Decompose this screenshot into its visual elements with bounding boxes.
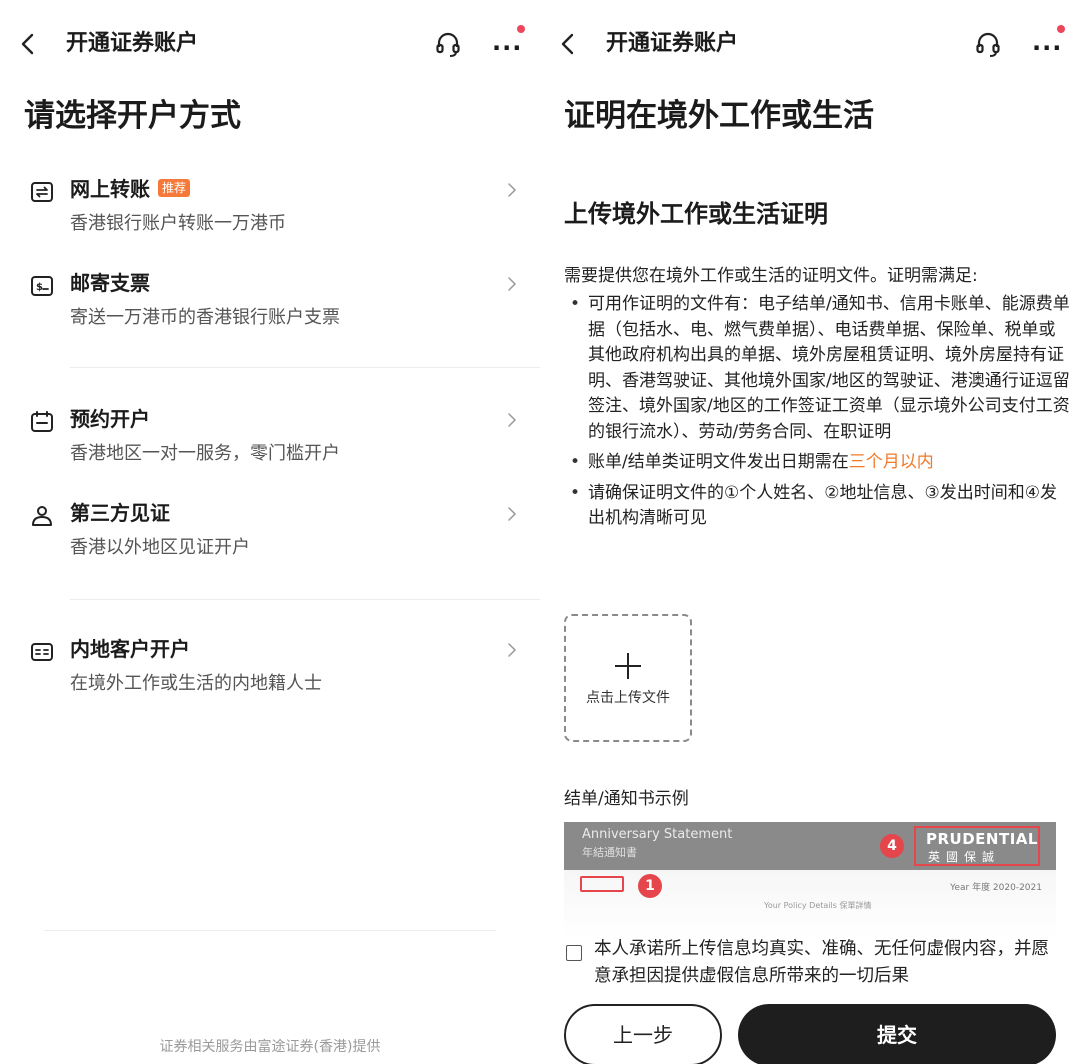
person-icon [32,506,52,526]
option-title: 邮寄支票 [70,271,150,295]
option-online-transfer[interactable]: 网上转账 推荐 香港银行账户转账一万港币 [24,170,524,246]
option-desc: 香港以外地区见证开户 [70,537,250,558]
footer-divider [44,930,496,931]
option-appointment[interactable]: 预约开户 香港地区一对一服务，零门槛开户 [24,400,524,476]
footer-note: 证券相关服务由富途证券(香港)提供 [159,1039,381,1055]
name-highlight-box [580,876,624,892]
sample-policy: Your Policy Details 保單詳情 [764,901,872,910]
highlight-text: 三个月以内 [848,452,934,472]
sample-title-zh: 年結通知書 [582,846,637,859]
sample-title-en: Anniversary Statement [582,827,733,842]
recommended-badge: 推荐 [158,179,191,197]
agreement-row: 本人承诺所上传信息均真实、准确、无任何虚假内容，并愿意承担因提供虚假信息所带来的… [564,936,1064,994]
plus-icon [615,653,641,679]
more-menu-button[interactable]: ··· [1026,22,1072,62]
headset-icon [436,32,460,57]
option-third-party-witness[interactable]: 第三方见证 香港以外地区见证开户 [24,494,524,570]
section-title: 上传境外工作或生活证明 [564,200,828,228]
requirements-intro: 需要提供您在境外工作或生活的证明文件。证明需满足: [564,266,978,286]
page-title: 证明在境外工作或生活 [564,98,874,134]
chevron-right-icon [508,413,517,427]
agreement-text: 本人承诺所上传信息均真实、准确、无任何虚假内容，并愿意承担因提供虚假信息所带来的… [594,939,1049,986]
sample-year: Year 年度 2020-2021 [950,883,1042,893]
nav-title: 开通证券账户 [66,31,199,56]
upload-file-button[interactable]: 点击上传文件 [564,614,692,742]
headset-icon [976,32,1000,57]
marker-4: 4 [880,834,904,858]
agreement-checkbox[interactable] [566,945,582,961]
back-arrow-icon [561,33,574,55]
requirement-item: 可用作证明的文件有：电子结单/通知书、信用卡账单、能源费单据（包括水、电、燃气费… [570,292,1070,445]
transfer-icon [31,182,53,202]
sample-label: 结单/通知书示例 [564,789,689,809]
marker-1: 1 [638,874,662,898]
requirements-list: 可用作证明的文件有：电子结单/通知书、信用卡账单、能源费单据（包括水、电、燃气费… [570,292,1070,537]
top-nav-bar: 开通证券账户 ··· [0,14,540,74]
left-screen: 开通证券账户 ··· 请选择开户方式 网上转账 推荐 香港银行账户转账一万港币 $… [0,0,540,1064]
option-desc: 香港地区一对一服务，零门槛开户 [70,443,340,464]
chevron-right-icon [508,507,517,521]
id-card-icon [31,643,53,661]
logo-text-zh: 英國保誠 [928,850,1001,864]
option-desc: 寄送一万港币的香港银行账户支票 [70,307,340,328]
more-dots-icon: ··· [1032,34,1063,62]
option-mainland-client[interactable]: 内地客户开户 在境外工作或生活的内地籍人士 [24,630,524,706]
section-divider [70,367,540,368]
customer-service-button[interactable] [966,24,1010,64]
chevron-right-icon [508,643,517,657]
page-title: 请选择开户方式 [24,98,241,134]
option-title: 内地客户开户 [70,637,190,661]
back-button[interactable] [8,24,48,64]
requirement-item: 请确保证明文件的①个人姓名、②地址信息、③发出时间和④发出机构清晰可见 [570,481,1070,532]
option-title: 网上转账 推荐 [70,174,191,204]
notification-dot [1057,25,1065,33]
submit-button[interactable]: 提交 [738,1004,1056,1064]
chevron-right-icon [508,183,517,197]
cheque-icon: $ [31,276,53,296]
option-mail-cheque[interactable]: $ 邮寄支票 寄送一万港币的香港银行账户支票 [24,264,524,340]
back-button[interactable] [548,24,588,64]
chevron-right-icon [508,277,517,291]
option-desc: 香港银行账户转账一万港币 [70,213,286,234]
sample-header: Anniversary Statement 年結通知書 4 PRUDENTIAL… [564,822,1056,870]
option-title: 预约开户 [70,407,150,431]
svg-text:$: $ [36,282,43,293]
sample-statement-image[interactable]: Anniversary Statement 年結通知書 4 PRUDENTIAL… [564,822,1056,938]
option-desc: 在境外工作或生活的内地籍人士 [70,673,322,694]
previous-step-button[interactable]: 上一步 [564,1004,722,1064]
requirement-item-date: 账单/结单类证明文件发出日期需在三个月以内 [570,450,1070,476]
customer-service-button[interactable] [426,24,470,64]
sample-body: 1 Year 年度 2020-2021 Your Policy Details … [564,870,1056,938]
more-dots-icon: ··· [492,34,523,62]
logo-text-en: PRUDENTIAL [926,830,1038,848]
calendar-icon [31,411,53,432]
section-divider [70,599,540,600]
upload-label: 点击上传文件 [586,690,670,706]
back-arrow-icon [21,33,34,55]
option-title: 第三方见证 [70,501,170,525]
top-nav-bar: 开通证券账户 ··· [540,14,1080,74]
notification-dot [517,25,525,33]
nav-title: 开通证券账户 [606,31,739,56]
sample-logo: PRUDENTIAL 英國保誠 [914,826,1040,866]
right-screen: 开通证券账户 ··· 证明在境外工作或生活 上传境外工作或生活证明 需要提供您在… [540,0,1080,1064]
more-menu-button[interactable]: ··· [486,22,532,62]
